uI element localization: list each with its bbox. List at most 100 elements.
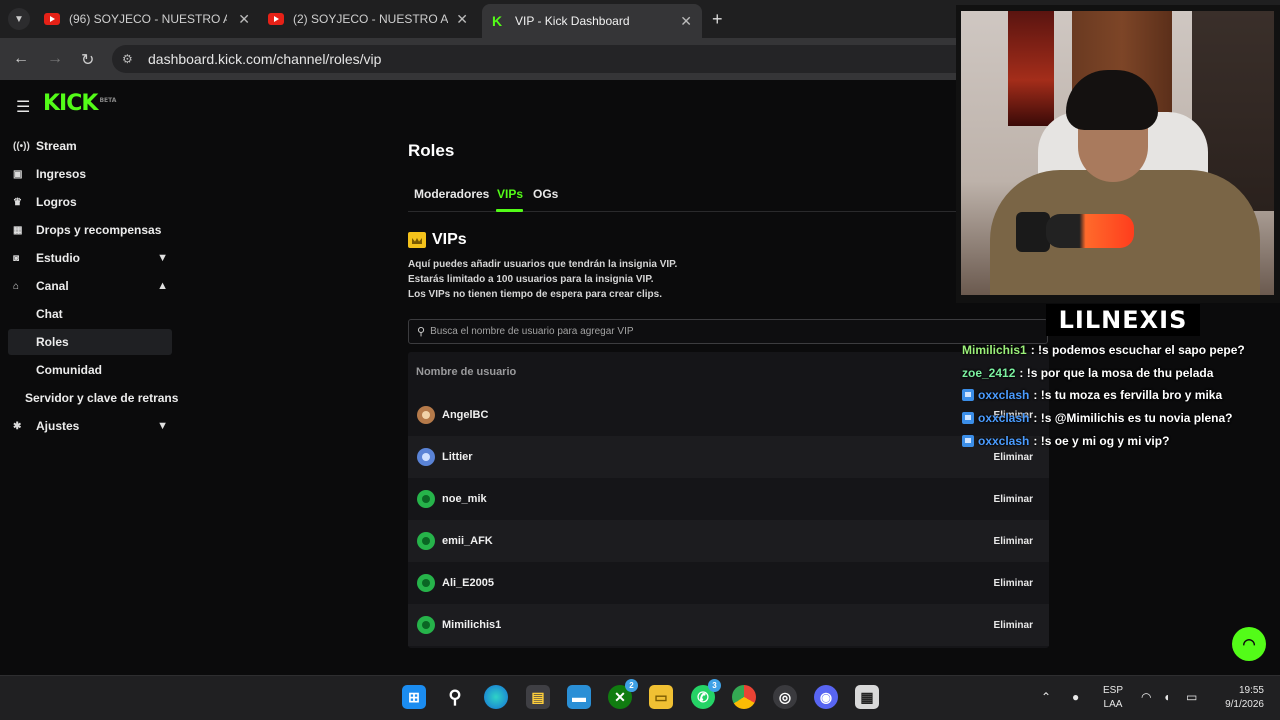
- table-row: emii_AFK Eliminar: [408, 520, 1049, 562]
- sidebar-item-servidor[interactable]: Servidor y clave de retrans: [8, 385, 183, 411]
- username[interactable]: Littier: [442, 451, 473, 463]
- back-icon[interactable]: ←: [13, 50, 29, 68]
- webcam-mic-arm: [1016, 212, 1050, 252]
- close-tab-icon[interactable]: ✕: [456, 11, 468, 28]
- wifi-icon[interactable]: ◠: [1141, 690, 1151, 704]
- tray-overflow-icon[interactable]: ⌃: [1041, 690, 1051, 704]
- tab-title: (2) SOYJECO - NUESTRO AMOR: [293, 12, 448, 26]
- username[interactable]: noe_mik: [442, 493, 487, 505]
- streamer-name: LILNEXIS: [1046, 304, 1200, 336]
- remove-button[interactable]: Eliminar: [986, 614, 1041, 636]
- crown-icon: [408, 232, 426, 248]
- clock[interactable]: 19:55 9/1/2026: [1212, 684, 1264, 712]
- tab-title: (96) SOYJECO - NUESTRO AMOR: [69, 12, 227, 26]
- badge-icon: [962, 389, 974, 401]
- reload-icon[interactable]: ↻: [81, 50, 94, 70]
- remove-button[interactable]: Eliminar: [986, 488, 1041, 510]
- sidebar-item-chat[interactable]: Chat: [8, 301, 172, 327]
- sidebar-item-logros[interactable]: ♛ Logros: [8, 189, 172, 215]
- remove-button[interactable]: Eliminar: [986, 530, 1041, 552]
- sidebar-item-ajustes[interactable]: ✱ Ajustes ▼: [8, 413, 172, 439]
- page-title: Roles: [408, 141, 455, 160]
- support-chat-icon[interactable]: ◠: [1232, 627, 1266, 661]
- volume-icon[interactable]: ◖: [1163, 690, 1170, 704]
- language-indicator[interactable]: ESP LAA: [1100, 684, 1126, 712]
- table-row: Mimilichis1 Eliminar: [408, 604, 1049, 646]
- tab-search-chevron-icon[interactable]: ▼: [8, 8, 30, 30]
- chat-message: oxxclash : !s tu moza es fervilla bro y …: [962, 388, 1222, 402]
- chat-message: oxxclash : !s oe y mi og y mi vip?: [962, 434, 1169, 448]
- address-bar[interactable]: ⚙ dashboard.kick.com/channel/roles/vip: [112, 45, 972, 73]
- sidebar-item-roles[interactable]: Roles: [8, 329, 172, 355]
- sidebar-item-estudio[interactable]: ◙ Estudio ▼: [8, 245, 172, 271]
- menu-icon[interactable]: ☰: [16, 97, 30, 117]
- browser-tab[interactable]: (96) SOYJECO - NUESTRO AMOR ✕: [44, 6, 252, 32]
- kick-logo[interactable]: KICK BETA: [43, 91, 116, 116]
- windows-start-icon[interactable]: ⊞: [402, 685, 426, 709]
- browser-tab-active[interactable]: K VIP - Kick Dashboard ✕: [482, 4, 702, 38]
- chat-sep: :: [1033, 434, 1041, 448]
- search-placeholder: Busca el nombre de usuario para agregar …: [430, 326, 634, 337]
- avatar: [417, 532, 435, 550]
- discord-icon[interactable]: ◉: [814, 685, 838, 709]
- chat-message: oxxclash : !s @Mimilichis es tu novia pl…: [962, 411, 1232, 425]
- forward-icon[interactable]: →: [47, 50, 63, 68]
- chrome-icon[interactable]: [732, 685, 756, 709]
- new-tab-icon[interactable]: +: [712, 9, 723, 30]
- tabs-divider: [408, 211, 956, 212]
- chat-text: !s podemos escuchar el sapo pepe?: [1038, 343, 1245, 357]
- chat-user: zoe_2412: [962, 366, 1016, 380]
- chevron-down-icon: ▼: [157, 252, 168, 264]
- column-header: Nombre de usuario: [416, 366, 517, 378]
- sidebar-item-stream[interactable]: ((•)) Stream: [8, 133, 172, 159]
- gift-icon: ▦: [13, 224, 23, 236]
- username[interactable]: AngelBC: [442, 409, 488, 421]
- url-text: dashboard.kick.com/channel/roles/vip: [148, 51, 382, 67]
- close-tab-icon[interactable]: ✕: [238, 11, 250, 28]
- kick-icon: K: [492, 13, 503, 29]
- chat-sep: :: [1019, 366, 1027, 380]
- tab-vips[interactable]: VIPs: [497, 187, 523, 201]
- site-info-icon[interactable]: ⚙: [122, 52, 138, 66]
- app-icon[interactable]: ▬: [567, 685, 591, 709]
- close-tab-icon[interactable]: ✕: [680, 13, 692, 30]
- xbox-icon[interactable]: ✕ 2: [608, 679, 638, 709]
- whatsapp-icon[interactable]: ✆ 3: [691, 679, 721, 709]
- youtube-icon: [268, 13, 284, 25]
- username[interactable]: Ali_E2005: [442, 577, 494, 589]
- microphone-icon[interactable]: ●: [1072, 690, 1079, 704]
- vip-table: Nombre de usuario AngelBC Eliminar Litti…: [408, 352, 1049, 648]
- sidebar-item-drops[interactable]: ▦ Drops y recompensas: [8, 217, 172, 243]
- studio-icon: ◙: [13, 252, 20, 264]
- chevron-up-icon: ▲: [157, 280, 168, 292]
- wallet-icon: ▣: [13, 168, 23, 180]
- search-icon[interactable]: ⚲: [443, 685, 467, 709]
- table-row: Ali_E2005 Eliminar: [408, 562, 1049, 604]
- sidebar-item-canal[interactable]: ⌂ Canal ▲: [8, 273, 172, 299]
- battery-icon[interactable]: ▭: [1186, 690, 1197, 704]
- username[interactable]: emii_AFK: [442, 535, 493, 547]
- webcam-microphone: [1046, 214, 1134, 248]
- windows-taskbar: [0, 675, 1280, 720]
- remove-button[interactable]: Eliminar: [986, 446, 1041, 468]
- app-window-icon[interactable]: ▦: [855, 685, 879, 709]
- obs-icon[interactable]: ◎: [773, 685, 797, 709]
- description-line: Aquí puedes añadir usuarios que tendrán …: [408, 259, 678, 270]
- username[interactable]: Mimilichis1: [442, 619, 501, 631]
- description-line: Estarás limitado a 100 usuarios para la …: [408, 274, 654, 285]
- chevron-down-icon: ▼: [157, 420, 168, 432]
- chat-user: oxxclash: [978, 411, 1030, 425]
- sidebar-item-ingresos[interactable]: ▣ Ingresos: [8, 161, 172, 187]
- chat-text: !s oe y mi og y mi vip?: [1040, 434, 1170, 448]
- tab-moderadores[interactable]: Moderadores: [414, 187, 489, 201]
- store-icon[interactable]: ▤: [526, 685, 550, 709]
- active-tab-indicator: [496, 209, 523, 212]
- vip-search-input[interactable]: ⚲ Busca el nombre de usuario para agrega…: [408, 319, 1048, 344]
- edge-icon[interactable]: [484, 685, 508, 709]
- file-explorer-icon[interactable]: ▭: [649, 685, 673, 709]
- sidebar-item-comunidad[interactable]: Comunidad: [8, 357, 172, 383]
- remove-button[interactable]: Eliminar: [986, 572, 1041, 594]
- table-row: Littier Eliminar: [408, 436, 1049, 478]
- tab-ogs[interactable]: OGs: [533, 187, 558, 201]
- browser-tab[interactable]: (2) SOYJECO - NUESTRO AMOR ✕: [268, 6, 470, 32]
